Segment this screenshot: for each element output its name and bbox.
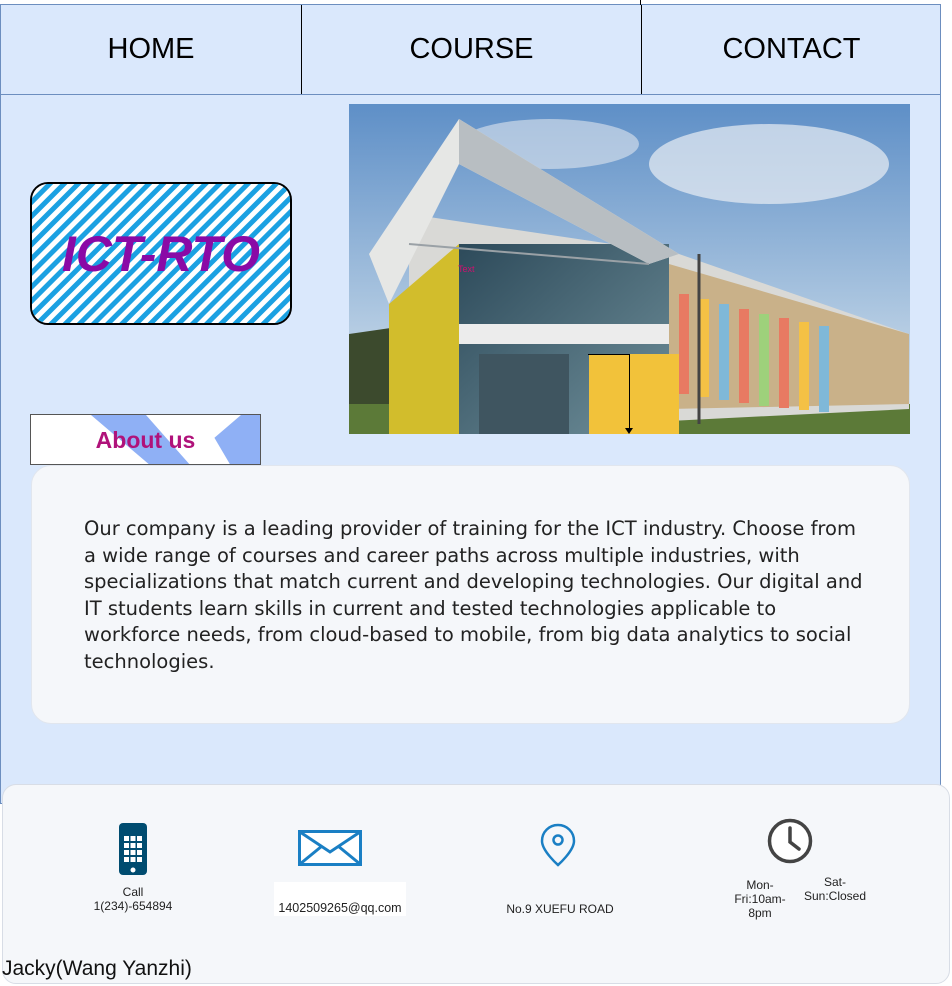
weekend-hours: Sat-Sun:Closed xyxy=(803,875,867,903)
clock-icon xyxy=(767,818,813,869)
address: No.9 XUEFU ROAD xyxy=(506,902,614,916)
nav-contact[interactable]: CONTACT xyxy=(641,5,941,94)
author-name: Jacky(Wang Yanzhi) xyxy=(2,957,192,980)
about-us-tab[interactable]: About us xyxy=(30,414,261,465)
location-pin-icon xyxy=(540,823,576,872)
connector-line xyxy=(588,354,630,355)
nav-divider xyxy=(640,0,641,5)
about-card: Our company is a leading provider of tra… xyxy=(31,465,910,724)
photo-tag: Text xyxy=(458,264,475,274)
email-address[interactable]: 1402509265@qq.com xyxy=(274,901,406,915)
phone-contact[interactable]: Call 1(234)-654894 xyxy=(83,885,183,913)
connector-line-vertical xyxy=(629,354,630,430)
phone-number: 1(234)-654894 xyxy=(93,899,173,913)
about-text: Our company is a leading provider of tra… xyxy=(84,517,863,673)
nav-course[interactable]: COURSE xyxy=(301,5,641,94)
phone-icon xyxy=(119,823,147,880)
arrow-down-icon xyxy=(625,428,633,434)
logo-text: ICT-RTO xyxy=(61,225,261,282)
ict-rto-logo: ICT-RTO xyxy=(30,182,292,325)
envelope-icon xyxy=(298,830,362,871)
weekday-hours: Mon-Fri:10am-8pm xyxy=(734,878,786,920)
top-navigation: HOME COURSE CONTACT xyxy=(0,4,941,95)
about-us-label: About us xyxy=(95,427,196,453)
nav-home[interactable]: HOME xyxy=(1,5,301,94)
call-label: Call xyxy=(122,885,144,899)
